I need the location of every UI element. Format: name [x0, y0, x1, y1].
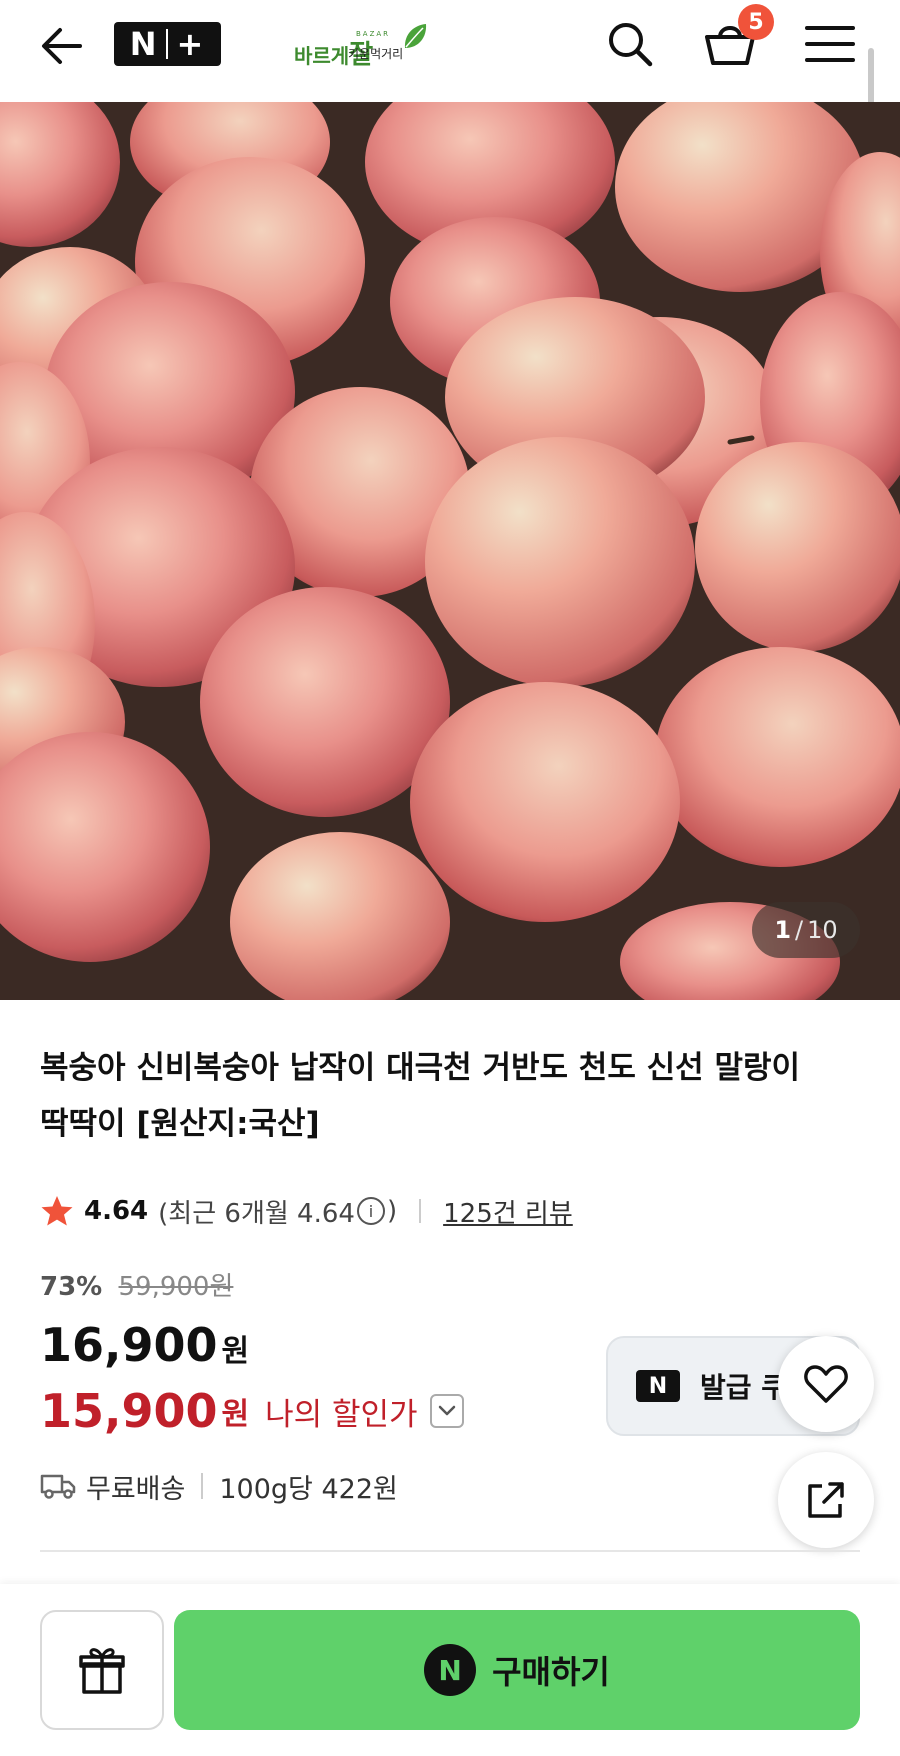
share-button[interactable]	[778, 1452, 874, 1548]
buy-label: 구매하기	[492, 1653, 610, 1691]
menu-icon	[805, 26, 855, 62]
sale-price-value: 16,900	[40, 1318, 218, 1372]
back-button[interactable]	[34, 18, 90, 74]
current-page: 1	[774, 916, 792, 944]
total-pages: 10	[807, 916, 838, 944]
brand-text-1: 바르게	[294, 44, 350, 68]
rating-recent: (최근 6개월 4.64	[158, 1198, 355, 1229]
store-logo[interactable]: 바르게잘 BAZAR 키운먹거리	[290, 18, 430, 70]
my-price-label: 나의 할인가	[265, 1396, 418, 1433]
divider	[419, 1199, 422, 1223]
peaches-photo	[0, 102, 900, 1000]
chevron-down-icon[interactable]	[429, 1394, 464, 1428]
product-image-gallery[interactable]	[0, 102, 900, 1000]
my-price-unit: 원	[221, 1397, 250, 1432]
info-icon[interactable]: i	[356, 1197, 385, 1225]
brand-sub: 키운먹거리	[348, 47, 404, 61]
rating-score: 4.64	[84, 1196, 149, 1226]
rating-row: 4.64 (최근 6개월 4.64 i ) 125건 리뷰	[40, 1190, 573, 1232]
gift-icon	[79, 1648, 125, 1694]
sale-price: 16,900 원	[40, 1318, 249, 1372]
wishlist-button[interactable]	[778, 1336, 874, 1432]
my-discount-price[interactable]: 15,900 원 나의 할인가	[40, 1384, 464, 1438]
brand-eng: BAZAR	[356, 30, 391, 38]
discount-row: 73% 59,900원	[40, 1266, 233, 1303]
sale-price-unit: 원	[221, 1334, 250, 1369]
share-icon	[808, 1482, 844, 1518]
buy-button[interactable]: N 구매하기	[174, 1610, 860, 1730]
shipping-row: 무료배송 100g당 422원	[40, 1466, 398, 1506]
leaf-icon	[404, 24, 427, 48]
coupon-label: 발급 쿠	[700, 1371, 788, 1404]
review-count-link[interactable]: 125건 리뷰	[443, 1193, 573, 1230]
naver-n-icon: N	[636, 1370, 680, 1402]
page-separator: /	[795, 916, 804, 944]
truck-icon	[40, 1474, 76, 1499]
naver-plus-logo[interactable]: N +	[114, 22, 221, 66]
unit-price: 100g당 422원	[219, 1473, 398, 1505]
back-arrow-icon	[42, 28, 82, 64]
my-price-value: 15,900	[40, 1384, 218, 1438]
bottom-action-bar: N 구매하기	[0, 1584, 900, 1756]
naver-pay-icon: N	[424, 1644, 477, 1696]
divider	[201, 1473, 204, 1499]
heart-icon	[804, 1365, 848, 1403]
discount-percent: 73%	[40, 1272, 103, 1302]
star-icon	[41, 1196, 73, 1226]
rating-recent-close: )	[386, 1196, 398, 1226]
image-page-indicator: 1 / 10	[752, 902, 860, 958]
menu-button[interactable]	[800, 14, 860, 74]
section-divider	[40, 1550, 860, 1552]
top-app-bar: N + 바르게잘 BAZAR 키운먹거리 5	[0, 0, 900, 100]
search-icon	[609, 23, 653, 67]
product-title: 복숭아 신비복숭아 납작이 대극천 거반도 천도 신선 말랑이 딱딱이 [원산지…	[40, 1050, 801, 1142]
cart-count-badge: 5	[738, 4, 774, 40]
search-button[interactable]	[600, 14, 660, 74]
shipping-label: 무료배송	[86, 1473, 186, 1505]
original-price: 59,900원	[118, 1272, 234, 1302]
gift-button[interactable]	[40, 1610, 164, 1730]
